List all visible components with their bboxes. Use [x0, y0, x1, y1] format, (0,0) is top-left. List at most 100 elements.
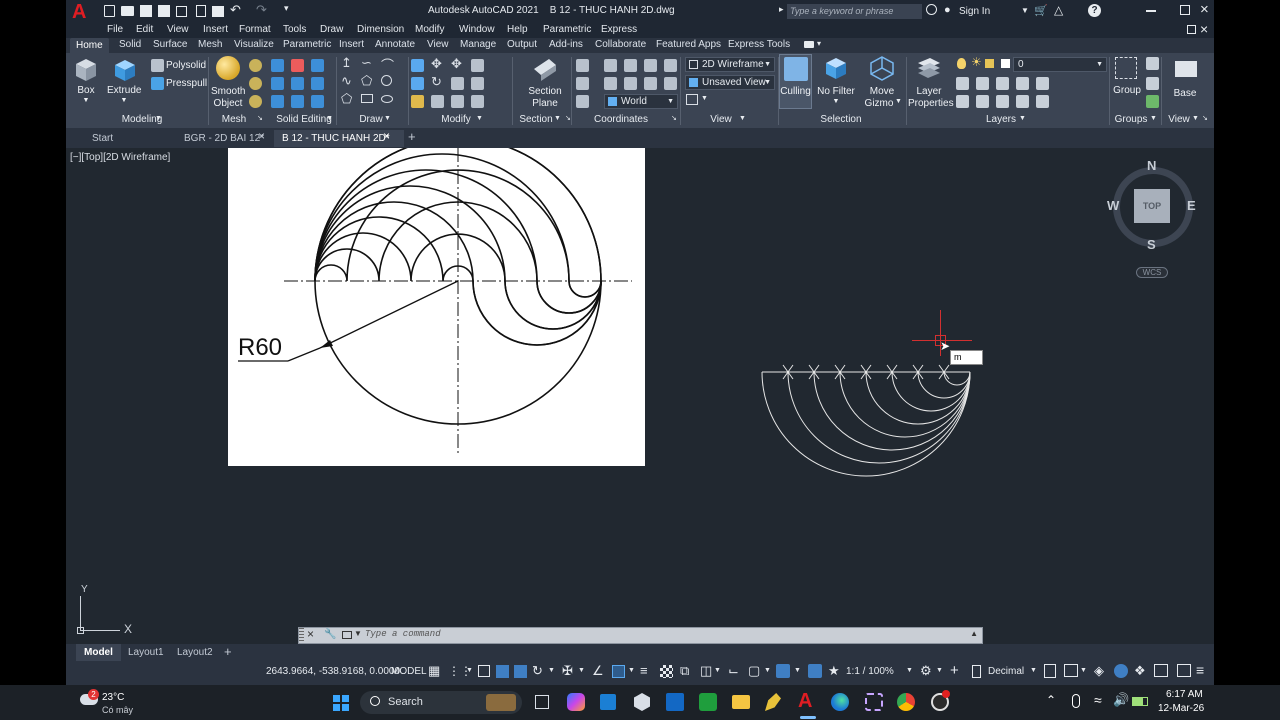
annotation-scale-dropdown-icon[interactable]: ▼ — [906, 667, 913, 674]
chrome-icon[interactable] — [897, 693, 915, 711]
wcs-menu[interactable]: WCS — [1136, 267, 1168, 278]
polysolid-label[interactable]: Polysolid — [166, 60, 206, 71]
ucs-icon-properties[interactable] — [576, 95, 589, 108]
open-icon[interactable] — [121, 6, 134, 16]
panel-draw-dropdown-icon[interactable]: ▼ — [384, 115, 391, 122]
customize-qat-icon[interactable]: ▾ — [284, 3, 289, 14]
object-snap-icon[interactable] — [612, 665, 625, 678]
stretch-icon[interactable] — [411, 95, 424, 108]
union-icon[interactable] — [271, 59, 284, 72]
layer-tool-icon[interactable] — [976, 77, 989, 90]
menu-file[interactable]: File — [107, 24, 123, 35]
autocad-taskbar-icon[interactable]: A — [798, 689, 818, 713]
panel-modeling-dropdown-icon[interactable]: ▼ — [155, 115, 162, 122]
autodesk-app-icon[interactable]: △ — [1054, 3, 1063, 17]
units-dropdown-icon[interactable]: ▼ — [1030, 667, 1037, 674]
line-icon[interactable]: ↥ — [341, 55, 352, 71]
ucs-z-icon[interactable] — [644, 59, 657, 72]
autocad-logo-icon[interactable]: A — [72, 2, 92, 22]
units-icon[interactable] — [972, 665, 981, 678]
smooth-object-button[interactable]: Smooth Object — [211, 55, 245, 109]
fullscreen-icon[interactable] — [1177, 664, 1191, 677]
layer-tool-icon[interactable] — [1036, 95, 1049, 108]
separate-icon[interactable] — [311, 95, 324, 108]
viewcube[interactable]: TOP N S E W WCS — [1107, 158, 1210, 282]
auto-scale-icon[interactable]: ★ — [828, 663, 840, 679]
section-plane-button[interactable]: Section Plane — [521, 55, 569, 109]
annotation-monitor-icon[interactable]: + — [950, 662, 959, 679]
dynamic-input-icon[interactable] — [496, 665, 509, 678]
new-icon[interactable] — [104, 5, 115, 17]
doc-tab-bgr-close-icon[interactable]: × — [258, 129, 265, 143]
sign-in-link[interactable]: Sign In — [959, 6, 990, 17]
array-icon[interactable] — [411, 77, 424, 90]
autocad-lt-icon[interactable] — [666, 693, 684, 711]
panel-solid-editing-dropdown-icon[interactable]: ▼ — [326, 115, 333, 122]
clean-screen-icon[interactable] — [1154, 664, 1168, 677]
model-space-button[interactable]: MODEL — [391, 666, 427, 677]
mesh-tool-icon[interactable] — [249, 95, 262, 108]
search-icon[interactable] — [926, 4, 937, 15]
group-select-icon[interactable] — [1146, 95, 1159, 108]
pen-app-icon[interactable] — [765, 693, 781, 711]
3d-osnap-dropdown-icon[interactable]: ▼ — [714, 667, 721, 674]
spline-icon[interactable]: ∿ — [341, 73, 352, 89]
command-grip[interactable] — [299, 628, 304, 643]
copilot-icon[interactable] — [567, 693, 585, 711]
viewport-config-dropdown-icon[interactable]: ▼ — [701, 95, 708, 102]
ucs-dropdown[interactable]: World ▼ — [604, 94, 678, 109]
menu-insert[interactable]: Insert — [203, 24, 228, 35]
layer-tool-icon[interactable] — [956, 95, 969, 108]
ribbon-toggle-icon[interactable] — [804, 41, 814, 48]
menu-format[interactable]: Format — [239, 24, 271, 35]
unlock-icon[interactable] — [985, 59, 994, 68]
clock-date[interactable]: 12-Mar-26 — [1158, 703, 1204, 714]
open-web-icon[interactable] — [176, 6, 187, 17]
maximize-icon[interactable] — [1180, 5, 1190, 15]
extrude-button[interactable]: Extrude ▼ — [107, 55, 141, 105]
saved-view-dropdown[interactable]: Unsaved View ▼ — [685, 75, 775, 90]
group-edit-icon[interactable] — [1146, 77, 1159, 90]
viewcube-top-face[interactable]: TOP — [1134, 189, 1170, 223]
panel-section-label[interactable]: Section — [516, 114, 556, 125]
close-document-icon[interactable]: × — [1200, 21, 1208, 37]
move-tool-icon[interactable]: ✥ — [451, 56, 462, 72]
ucs-y-icon[interactable] — [664, 77, 677, 90]
ungroup-icon[interactable] — [1146, 57, 1159, 70]
layer-tool-icon[interactable] — [1036, 77, 1049, 90]
menu-modify[interactable]: Modify — [415, 24, 444, 35]
object-snap-tracking-icon[interactable]: ∠ — [592, 663, 604, 679]
panel-layers-dropdown-icon[interactable]: ▼ — [1019, 115, 1026, 122]
weather-widget[interactable]: 2 23°C Có mây — [78, 688, 158, 718]
tab-mesh[interactable]: Mesh — [198, 39, 222, 50]
extract-edges-icon[interactable] — [271, 95, 284, 108]
menu-express[interactable]: Express — [601, 24, 637, 35]
copy-icon[interactable] — [451, 95, 464, 108]
arc-icon[interactable]: ⌒ — [381, 55, 394, 74]
panel-groups-label[interactable]: Groups — [1114, 114, 1148, 125]
rectangle-icon[interactable] — [361, 94, 373, 103]
panel-mesh-label[interactable]: Mesh — [214, 114, 254, 125]
workspace-dropdown-icon[interactable]: ▼ — [936, 667, 943, 674]
tab-collaborate[interactable]: Collaborate — [595, 39, 646, 50]
panel-mesh-expand-icon[interactable]: ↘ — [257, 114, 263, 122]
tab-express-tools[interactable]: Express Tools — [728, 39, 790, 50]
plot-icon[interactable] — [212, 6, 224, 17]
tab-add-ins[interactable]: Add-ins — [549, 39, 583, 50]
file-explorer-icon[interactable] — [732, 695, 750, 709]
layer-tool-icon[interactable] — [976, 95, 989, 108]
doc-tab-b12-close-icon[interactable]: × — [383, 129, 390, 143]
panel-layers-label[interactable]: Layers — [981, 114, 1021, 125]
panel-groups-dropdown-icon[interactable]: ▼ — [1150, 115, 1157, 122]
edge-icon[interactable] — [831, 693, 849, 711]
drawing-viewport[interactable]: [−][Top][2D Wireframe] R60 ➤ m TOP N S E… — [66, 148, 1214, 644]
presspull-icon[interactable] — [151, 77, 164, 90]
command-close-icon[interactable]: × — [307, 627, 314, 641]
menu-parametric[interactable]: Parametric — [543, 24, 591, 35]
layout-tab-layout2[interactable]: Layout2 — [177, 647, 213, 658]
tab-solid[interactable]: Solid — [119, 39, 141, 50]
dynamic-ucs-icon[interactable]: ⌙ — [728, 663, 739, 679]
shell-icon[interactable] — [291, 95, 304, 108]
start-icon[interactable] — [333, 695, 349, 711]
polyline-icon[interactable]: ∽ — [361, 55, 372, 71]
